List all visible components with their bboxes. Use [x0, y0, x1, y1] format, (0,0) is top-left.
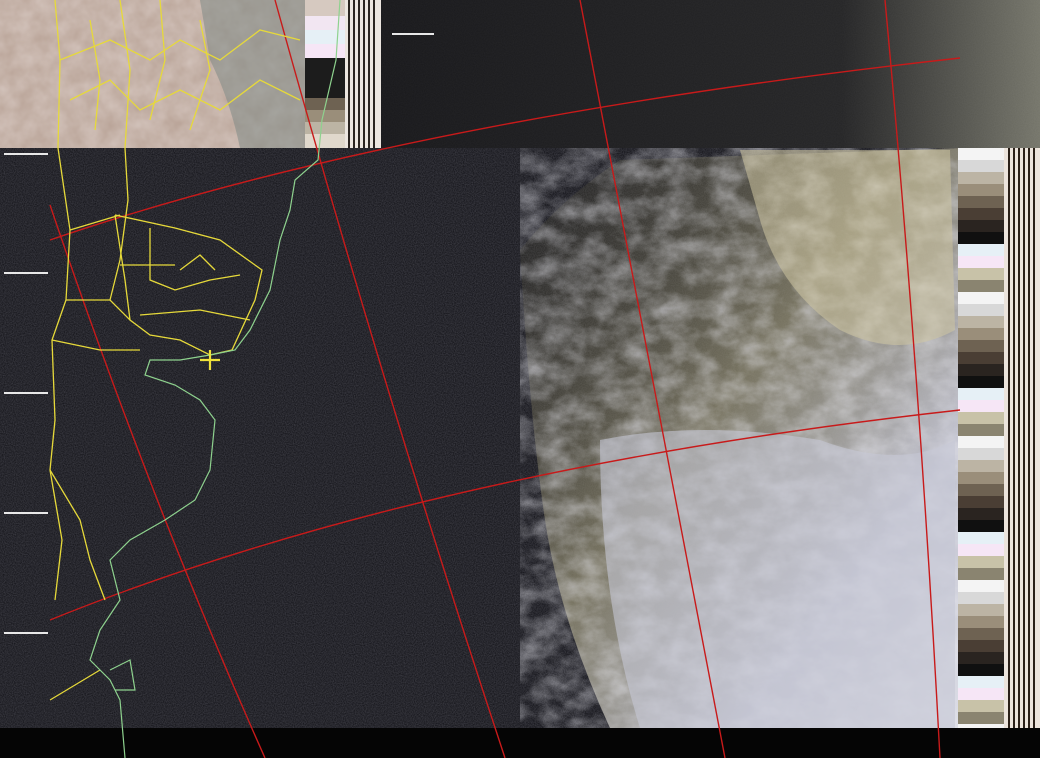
telemetry-wedge — [958, 556, 1004, 568]
telemetry-wedge — [958, 352, 1004, 364]
telemetry-wedge — [958, 328, 1004, 340]
top-telemetry-strip — [305, 0, 381, 148]
telemetry-wedge — [958, 412, 1004, 424]
telemetry-wedge — [958, 484, 1004, 496]
telemetry-wedge — [958, 616, 1004, 628]
telemetry-wedge — [958, 232, 1004, 244]
telemetry-wedge — [958, 508, 1004, 520]
telemetry-wedge — [958, 496, 1004, 508]
left-tick-1 — [4, 153, 48, 155]
top-strip-clouds — [380, 0, 1040, 148]
telemetry-wedge — [958, 712, 1004, 724]
telemetry-wedge — [958, 628, 1004, 640]
telemetry-wedge — [958, 460, 1004, 472]
telemetry-wedge — [958, 376, 1004, 388]
telemetry-wedge — [958, 316, 1004, 328]
telemetry-wedge — [958, 268, 1004, 280]
telemetry-wedge — [958, 664, 1004, 676]
telemetry-wedge — [958, 652, 1004, 664]
telemetry-wedge — [958, 220, 1004, 232]
telemetry-wedge — [958, 568, 1004, 580]
telemetry-wedge — [958, 472, 1004, 484]
top-tick — [392, 33, 434, 35]
telemetry-wedge — [958, 160, 1004, 172]
bottom-band — [0, 728, 1040, 758]
telemetry-wedge — [958, 304, 1004, 316]
telemetry-wedge — [958, 208, 1004, 220]
telemetry-wedge — [958, 592, 1004, 604]
telemetry-wedge — [958, 544, 1004, 556]
telemetry-wedge — [958, 196, 1004, 208]
telemetry-wedge — [958, 640, 1004, 652]
telemetry-wedge — [958, 364, 1004, 376]
telemetry-wedge — [958, 676, 1004, 688]
left-tick-4 — [4, 512, 48, 514]
telemetry-wedge — [958, 448, 1004, 460]
telemetry-wedge — [958, 148, 1004, 160]
telemetry-wedge — [958, 724, 1004, 728]
telemetry-wedge — [958, 292, 1004, 304]
telemetry-wedge — [958, 184, 1004, 196]
telemetry-wedge — [958, 256, 1004, 268]
telemetry-wedge — [958, 436, 1004, 448]
satellite-image — [0, 0, 1040, 758]
telemetry-wedge — [958, 688, 1004, 700]
left-tick-5 — [4, 632, 48, 634]
telemetry-wedge — [958, 520, 1004, 532]
telemetry-wedge — [958, 424, 1004, 436]
right-telemetry-strip — [958, 148, 1040, 728]
telemetry-wedge — [958, 532, 1004, 544]
telemetry-wedge — [958, 400, 1004, 412]
telemetry-wedge — [958, 244, 1004, 256]
telemetry-wedge — [958, 340, 1004, 352]
bright-cloud-bottom — [600, 430, 955, 728]
telemetry-wedge — [958, 580, 1004, 592]
telemetry-wedge — [958, 280, 1004, 292]
left-tick-2 — [4, 272, 48, 274]
telemetry-wedge — [958, 700, 1004, 712]
telemetry-wedge — [958, 604, 1004, 616]
left-tick-3 — [4, 392, 48, 394]
telemetry-wedge — [958, 388, 1004, 400]
telemetry-wedge — [958, 172, 1004, 184]
